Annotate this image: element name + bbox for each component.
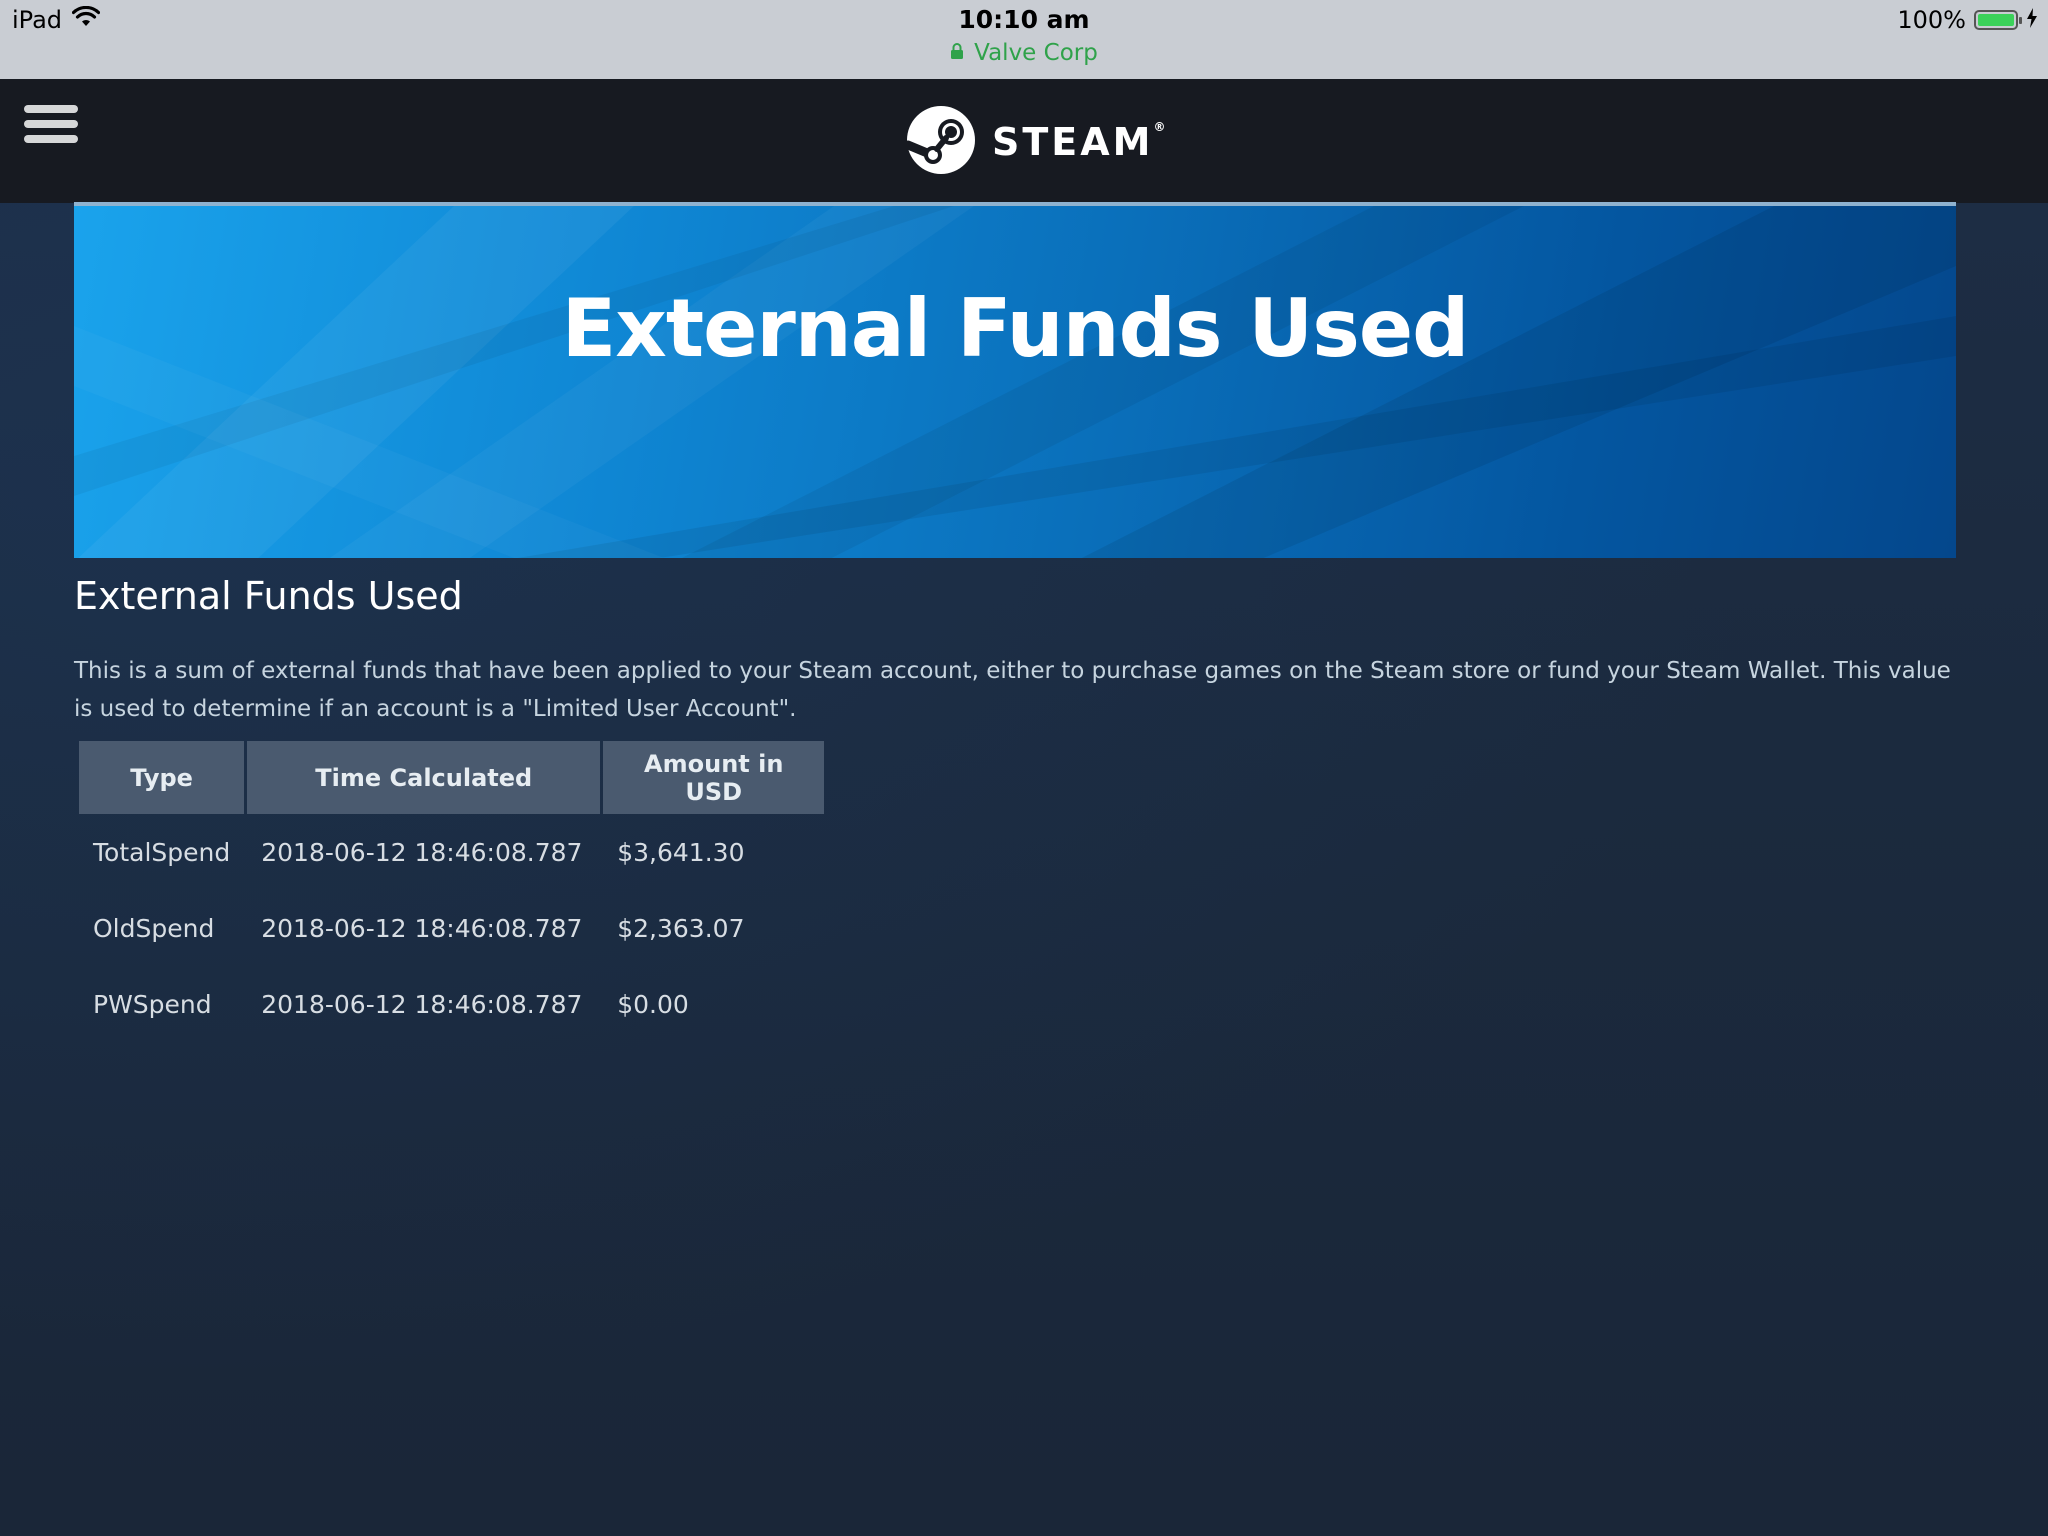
status-time: 10:10 am [958,5,1090,34]
table-row: PWSpend 2018-06-12 18:46:08.787 $0.00 [79,966,824,1042]
steam-logo-icon [903,105,976,179]
steam-header: STEAM® [0,79,2048,203]
column-header-type: Type [79,741,245,814]
hero-title: External Funds Used [561,282,1470,375]
cell-type: PWSpend [93,989,212,1019]
section-title: External Funds Used [74,574,463,618]
hero-banner: External Funds Used [74,202,1956,558]
hamburger-menu-icon[interactable] [24,105,78,151]
description-text: This is a sum of external funds that hav… [74,658,1951,722]
hero-pattern [74,206,1956,558]
status-right: 100% [1897,6,2038,34]
battery-percent: 100% [1897,6,1966,34]
steam-wordmark: STEAM® [992,120,1166,164]
ios-status-bar: iPad 10:10 am Valve Corp 100% [0,0,2048,79]
column-header-amount: Amount in USD [603,741,825,814]
table-row: OldSpend 2018-06-12 18:46:08.787 $2,363.… [79,890,824,966]
site-name: Valve Corp [974,40,1098,66]
url-bar[interactable]: Valve Corp [0,40,2048,66]
cell-amount: $0.00 [617,989,689,1019]
battery-icon [1974,10,2022,30]
cell-time: 2018-06-12 18:46:08.787 [261,989,583,1019]
external-funds-table: Type Time Calculated Amount in USD Total… [76,741,827,1042]
charging-bolt-icon [2026,6,2038,34]
cell-time: 2018-06-12 18:46:08.787 [261,837,583,867]
cell-amount: $3,641.30 [617,837,745,867]
cell-type: TotalSpend [93,837,231,867]
cell-time: 2018-06-12 18:46:08.787 [261,913,583,943]
column-header-time: Time Calculated [247,741,601,814]
steam-logo[interactable]: STEAM® [903,105,1166,179]
cell-amount: $2,363.07 [617,913,745,943]
table-row: TotalSpend 2018-06-12 18:46:08.787 $3,64… [79,814,824,890]
cell-type: OldSpend [93,913,215,943]
table-header-row: Type Time Calculated Amount in USD [79,741,825,814]
lock-icon [950,40,964,66]
